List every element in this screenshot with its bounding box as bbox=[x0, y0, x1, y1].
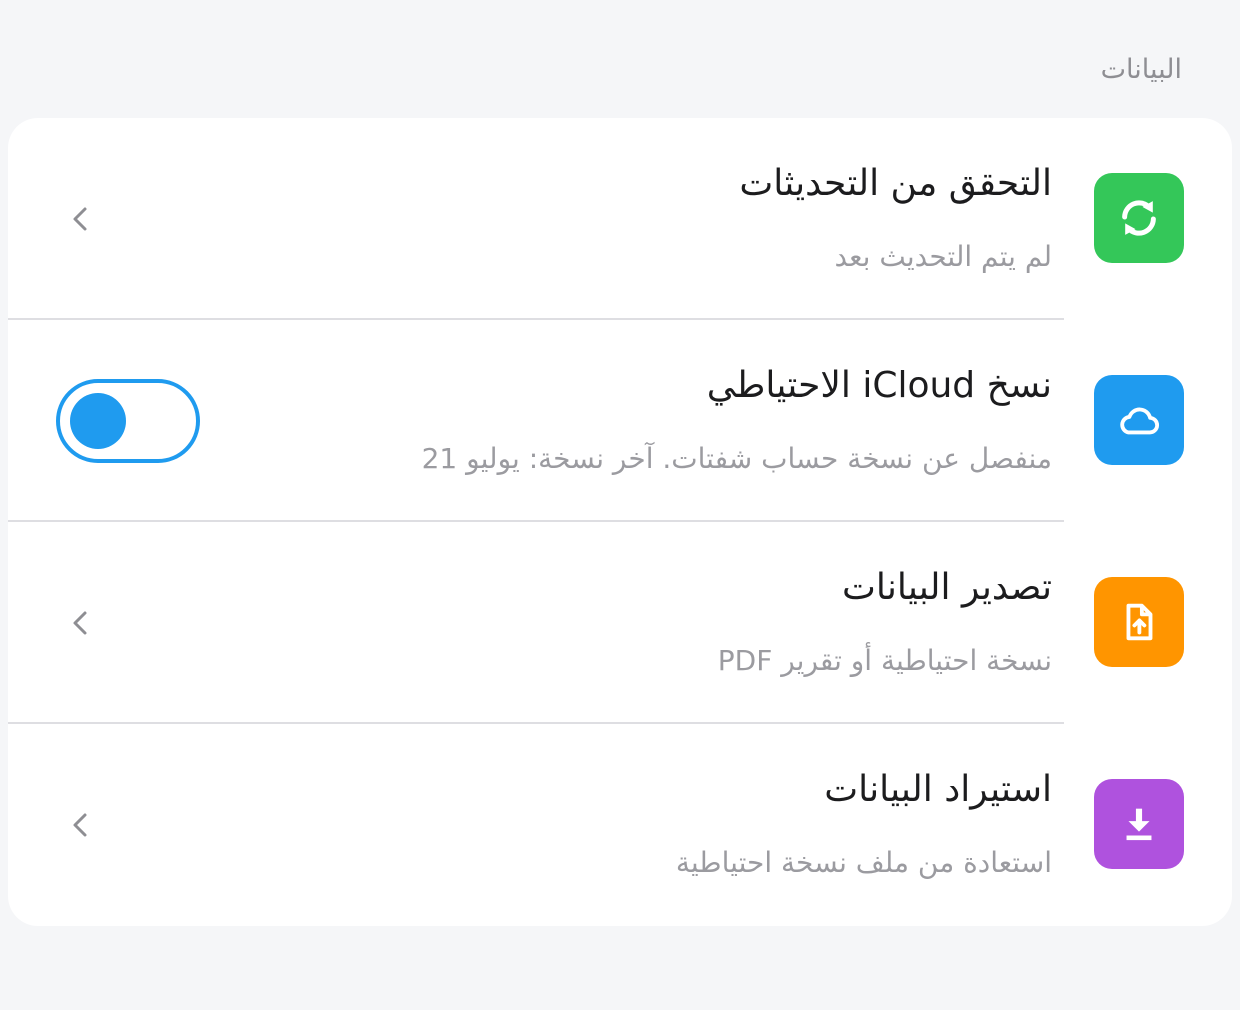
chevron-left-icon bbox=[73, 813, 87, 837]
export-data-row[interactable]: تصدير البيانات نسخة احتياطية أو تقرير PD… bbox=[8, 522, 1232, 724]
toggle-knob bbox=[70, 393, 126, 449]
data-settings-card: التحقق من التحديثات لم يتم التحديث بعد ن… bbox=[8, 118, 1232, 926]
download-icon bbox=[1126, 808, 1152, 841]
chevron-left-icon bbox=[73, 207, 87, 231]
chevron-left-icon bbox=[73, 611, 87, 635]
export-data-subtitle: نسخة احتياطية أو تقرير PDF bbox=[717, 644, 1052, 677]
refresh-icon-tile bbox=[1094, 173, 1184, 263]
cloud-icon-tile bbox=[1094, 375, 1184, 465]
check-updates-row[interactable]: التحقق من التحديثات لم يتم التحديث بعد bbox=[8, 118, 1232, 320]
refresh-icon bbox=[1122, 200, 1156, 236]
icloud-backup-subtitle: منفصل عن نسخة حساب شفتات. آخر نسخة: يولي… bbox=[421, 442, 1052, 475]
import-data-subtitle: استعادة من ملف نسخة احتياطية bbox=[675, 846, 1052, 879]
export-data-title: تصدير البيانات bbox=[841, 567, 1052, 608]
file-export-icon bbox=[1126, 603, 1153, 641]
download-icon-tile bbox=[1094, 779, 1184, 869]
icloud-backup-title: نسخ iCloud الاحتياطي bbox=[706, 365, 1052, 406]
file-export-icon-tile bbox=[1094, 577, 1184, 667]
import-data-row[interactable]: استيراد البيانات استعادة من ملف نسخة احت… bbox=[8, 724, 1232, 926]
cloud-icon bbox=[1120, 407, 1159, 435]
check-updates-title: التحقق من التحديثات bbox=[739, 163, 1052, 204]
icloud-backup-row: نسخ iCloud الاحتياطي منفصل عن نسخة حساب … bbox=[8, 320, 1232, 522]
icloud-backup-toggle[interactable] bbox=[56, 379, 200, 463]
section-header: البيانات bbox=[1100, 54, 1182, 85]
import-data-title: استيراد البيانات bbox=[824, 769, 1052, 810]
check-updates-subtitle: لم يتم التحديث بعد bbox=[834, 240, 1052, 273]
